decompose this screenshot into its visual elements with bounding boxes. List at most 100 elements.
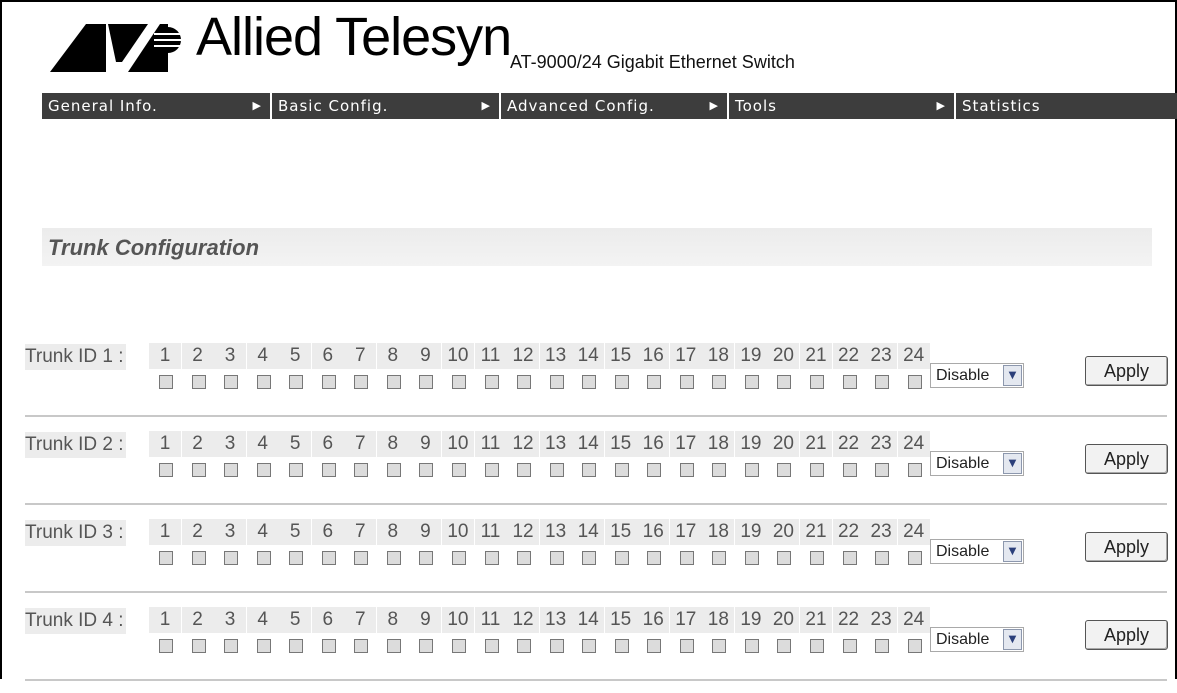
port-checkbox[interactable] (810, 551, 824, 565)
port-checkbox[interactable] (907, 375, 922, 389)
trunk-mode-select[interactable]: Disable ▼ (930, 363, 1024, 388)
port-checkbox[interactable] (549, 463, 564, 477)
port-checkbox[interactable] (224, 551, 239, 565)
port-checkbox[interactable] (386, 375, 401, 389)
nav-tools[interactable]: Tools ▶ (729, 93, 956, 119)
port-checkbox[interactable] (875, 375, 890, 389)
port-checkbox[interactable] (614, 639, 629, 653)
port-checkbox[interactable] (484, 551, 499, 565)
port-checkbox[interactable] (842, 463, 857, 477)
port-checkbox[interactable] (354, 639, 369, 653)
chevron-down-icon[interactable]: ▼ (1003, 629, 1022, 650)
nav-general-info[interactable]: General Info. ▶ (42, 93, 272, 119)
port-checkbox[interactable] (386, 551, 401, 565)
port-checkbox[interactable] (354, 375, 369, 389)
port-checkbox[interactable] (679, 375, 694, 389)
port-checkbox[interactable] (321, 463, 336, 477)
port-checkbox[interactable] (354, 463, 369, 477)
port-checkbox[interactable] (614, 375, 629, 389)
port-checkbox[interactable] (582, 375, 597, 389)
port-checkbox[interactable] (451, 375, 466, 389)
apply-button[interactable]: Apply (1085, 356, 1168, 386)
port-checkbox[interactable] (517, 639, 532, 653)
port-checkbox[interactable] (907, 463, 922, 477)
port-checkbox[interactable] (386, 463, 401, 477)
port-checkbox[interactable] (875, 551, 890, 565)
port-checkbox[interactable] (582, 463, 597, 477)
port-checkbox[interactable] (419, 375, 434, 389)
port-checkbox[interactable] (744, 639, 759, 653)
port-checkbox[interactable] (159, 551, 173, 565)
port-checkbox[interactable] (256, 639, 271, 653)
port-checkbox[interactable] (907, 639, 922, 653)
port-checkbox[interactable] (614, 551, 629, 565)
port-checkbox[interactable] (614, 463, 629, 477)
port-checkbox[interactable] (289, 551, 304, 565)
port-checkbox[interactable] (191, 375, 206, 389)
port-checkbox[interactable] (386, 639, 401, 653)
port-checkbox[interactable] (256, 463, 271, 477)
port-checkbox[interactable] (777, 639, 792, 653)
port-checkbox[interactable] (549, 551, 564, 565)
apply-button[interactable]: Apply (1085, 620, 1168, 650)
port-checkbox[interactable] (191, 639, 206, 653)
trunk-mode-select[interactable]: Disable ▼ (930, 539, 1024, 564)
port-checkbox[interactable] (419, 463, 434, 477)
port-checkbox[interactable] (582, 639, 597, 653)
apply-button[interactable]: Apply (1085, 532, 1168, 562)
port-checkbox[interactable] (679, 639, 694, 653)
port-checkbox[interactable] (289, 639, 304, 653)
port-checkbox[interactable] (582, 551, 597, 565)
nav-statistics[interactable]: Statistics (956, 93, 1177, 119)
port-checkbox[interactable] (810, 639, 824, 653)
port-checkbox[interactable] (484, 639, 499, 653)
port-checkbox[interactable] (647, 463, 662, 477)
port-checkbox[interactable] (517, 375, 532, 389)
port-checkbox[interactable] (451, 639, 466, 653)
port-checkbox[interactable] (679, 463, 694, 477)
port-checkbox[interactable] (777, 375, 792, 389)
port-checkbox[interactable] (517, 551, 532, 565)
port-checkbox[interactable] (875, 639, 890, 653)
port-checkbox[interactable] (647, 639, 662, 653)
port-checkbox[interactable] (224, 375, 239, 389)
port-checkbox[interactable] (451, 463, 466, 477)
port-checkbox[interactable] (712, 463, 727, 477)
port-checkbox[interactable] (712, 375, 727, 389)
port-checkbox[interactable] (484, 463, 499, 477)
port-checkbox[interactable] (159, 463, 173, 477)
port-checkbox[interactable] (679, 551, 694, 565)
port-checkbox[interactable] (875, 463, 890, 477)
port-checkbox[interactable] (842, 551, 857, 565)
port-checkbox[interactable] (842, 375, 857, 389)
nav-advanced-config[interactable]: Advanced Config. ▶ (501, 93, 729, 119)
port-checkbox[interactable] (159, 639, 173, 653)
port-checkbox[interactable] (744, 463, 759, 477)
port-checkbox[interactable] (224, 639, 239, 653)
port-checkbox[interactable] (191, 463, 206, 477)
chevron-down-icon[interactable]: ▼ (1003, 453, 1022, 474)
apply-button[interactable]: Apply (1085, 444, 1168, 474)
port-checkbox[interactable] (777, 463, 792, 477)
chevron-down-icon[interactable]: ▼ (1003, 541, 1022, 562)
port-checkbox[interactable] (191, 551, 206, 565)
port-checkbox[interactable] (321, 375, 336, 389)
port-checkbox[interactable] (549, 375, 564, 389)
port-checkbox[interactable] (712, 551, 727, 565)
port-checkbox[interactable] (549, 639, 564, 653)
port-checkbox[interactable] (842, 639, 857, 653)
port-checkbox[interactable] (256, 375, 271, 389)
port-checkbox[interactable] (777, 551, 792, 565)
port-checkbox[interactable] (321, 639, 336, 653)
port-checkbox[interactable] (647, 375, 662, 389)
port-checkbox[interactable] (159, 375, 173, 389)
port-checkbox[interactable] (419, 639, 434, 653)
port-checkbox[interactable] (256, 551, 271, 565)
trunk-mode-select[interactable]: Disable ▼ (930, 451, 1024, 476)
trunk-mode-select[interactable]: Disable ▼ (930, 627, 1024, 652)
port-checkbox[interactable] (810, 375, 824, 389)
port-checkbox[interactable] (321, 551, 336, 565)
port-checkbox[interactable] (744, 551, 759, 565)
port-checkbox[interactable] (712, 639, 727, 653)
port-checkbox[interactable] (451, 551, 466, 565)
